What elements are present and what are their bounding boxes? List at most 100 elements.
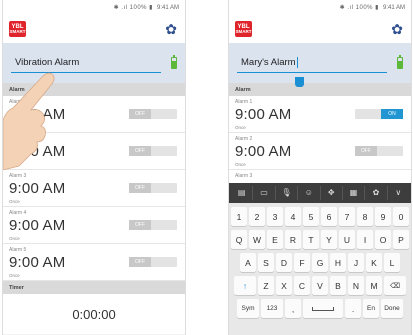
key[interactable]: D (276, 253, 292, 272)
keyboard-toolbar: ▤ ▭ 🎙 ☺ ✥ ▦ ✿ ∨ (229, 183, 411, 203)
letter-row-middle: A S D F G H J K L (229, 253, 411, 272)
alarm-toggle[interactable]: OFF (355, 146, 403, 156)
alarm-toggle[interactable]: OFF (129, 220, 177, 230)
key[interactable]: K (366, 253, 382, 272)
key[interactable]: 1 (231, 207, 247, 226)
key[interactable]: N (348, 276, 364, 295)
alarm-label: Alarm 1 (9, 99, 27, 105)
key[interactable]: M (366, 276, 382, 295)
timer-value[interactable]: 0:00:00 (3, 294, 185, 334)
shift-key[interactable]: ↑ (234, 276, 256, 295)
key[interactable]: G (312, 253, 328, 272)
status-time: 9:41 AM (156, 4, 179, 11)
key[interactable]: C (294, 276, 310, 295)
status-bar: ✱ .ıl 100% ▮ 9:41 AM (3, 0, 185, 15)
alarm-row[interactable]: Alarm 3 9:00 AM Once OFF (3, 170, 185, 207)
key[interactable]: Z (258, 276, 274, 295)
status-time: 9:41 AM (382, 4, 405, 11)
key[interactable]: T (303, 230, 319, 249)
key[interactable]: E (267, 230, 283, 249)
gear-icon[interactable]: ✿ (391, 22, 403, 36)
alarm-repeat: Once (9, 273, 20, 278)
key[interactable]: U (339, 230, 355, 249)
alarm-time[interactable]: 9:00 AM (235, 106, 291, 123)
alarm-time[interactable]: 9:00 AM (9, 217, 65, 234)
key[interactable]: S (258, 253, 274, 272)
key[interactable]: 9 (375, 207, 391, 226)
key[interactable]: F (294, 253, 310, 272)
sym-key[interactable]: Sym (237, 299, 259, 318)
key[interactable]: 4 (285, 207, 301, 226)
comma-key[interactable]: , (285, 299, 301, 318)
alarm-row[interactable]: Alarm 2 9:00 AM Once OFF (229, 133, 411, 170)
timer-section-header: Timer (3, 281, 185, 294)
on-screen-keyboard: ▤ ▭ 🎙 ☺ ✥ ▦ ✿ ∨ 1 2 3 4 5 6 7 8 9 0 Q W … (229, 183, 411, 335)
key[interactable]: 6 (321, 207, 337, 226)
keyboard-settings-icon[interactable]: ✿ (365, 186, 388, 200)
right-phone-screen: ✱ .ıl 100% ▮ 9:41 AM Y B L S M A RT ✿ Mary's … (228, 0, 412, 335)
key[interactable]: W (249, 230, 265, 249)
status-bar: ✱ .ıl 100% ▮ 9:41 AM (229, 0, 411, 15)
key[interactable]: J (348, 253, 364, 272)
device-name-input[interactable]: Mary's Alarm (237, 53, 387, 73)
cursor-move-icon[interactable]: ✥ (321, 186, 343, 200)
letter-row-top: Q W E R T Y U I O P (229, 230, 411, 249)
key[interactable]: 5 (303, 207, 319, 226)
key[interactable]: V (312, 276, 328, 295)
text-selection-handle[interactable] (295, 77, 304, 87)
alarm-toggle[interactable]: OFF (129, 257, 177, 267)
numbers-key[interactable]: 123 (261, 299, 283, 318)
alarm-toggle[interactable]: OFF (129, 146, 177, 156)
alarm-row[interactable]: Alarm 4 9:00 AM Once OFF (3, 207, 185, 244)
alarm-row[interactable]: Alarm 1 9:00 AM Once OFF (3, 96, 185, 133)
key[interactable]: 0 (393, 207, 409, 226)
alarm-time[interactable]: 9:00 AM (9, 106, 65, 123)
language-key[interactable]: En (363, 299, 379, 318)
key[interactable]: A (240, 253, 256, 272)
key[interactable]: H (330, 253, 346, 272)
key[interactable]: P (393, 230, 409, 249)
key[interactable]: L (384, 253, 400, 272)
key[interactable]: Y (321, 230, 337, 249)
alarm-row[interactable]: Alarm 5 9:00 AM Once OFF (3, 244, 185, 281)
key[interactable]: Q (231, 230, 247, 249)
letter-row-bottom: ↑ Z X C V B N M ⌫ (229, 276, 411, 295)
alarm-repeat: Once (9, 199, 20, 204)
key[interactable]: R (285, 230, 301, 249)
alarm-toggle[interactable]: OFF (129, 183, 177, 193)
alarm-toggle[interactable]: ON (355, 109, 403, 119)
alarm-time[interactable]: 9:00 AM (9, 254, 65, 271)
period-key[interactable]: . (345, 299, 361, 318)
alarm-time[interactable]: 9:00 AM (9, 143, 65, 160)
alarm-section-header: Alarm (3, 83, 185, 96)
key[interactable]: X (276, 276, 292, 295)
keyboard-layout-icon[interactable]: ▦ (343, 186, 366, 200)
alarm-row[interactable]: Alarm 2 9:00 AM Once OFF (3, 133, 185, 170)
key[interactable]: O (375, 230, 391, 249)
key[interactable]: I (357, 230, 373, 249)
backspace-key[interactable]: ⌫ (384, 276, 406, 295)
key[interactable]: 3 (267, 207, 283, 226)
app-logo: YBL SMART (9, 21, 26, 37)
status-icons: ✱ .ıl 100% ▮ (339, 5, 379, 11)
space-key[interactable] (303, 299, 343, 318)
alarm-row[interactable]: Alarm 1 9:00 AM Once ON (229, 96, 411, 133)
emoji-icon[interactable]: ☺ (298, 186, 321, 200)
keyboard-mode-icon[interactable]: ▭ (253, 186, 276, 200)
alarm-toggle[interactable]: OFF (129, 109, 177, 119)
key[interactable]: 2 (249, 207, 265, 226)
space-bar-icon (312, 306, 334, 311)
done-key[interactable]: Done (381, 299, 403, 318)
key[interactable]: 8 (357, 207, 373, 226)
collapse-keyboard-icon[interactable]: ∨ (388, 186, 409, 200)
microphone-icon[interactable]: 🎙 (276, 186, 299, 200)
device-name-input[interactable]: Vibration Alarm (11, 53, 161, 73)
alarm-section-header: Alarm (229, 83, 411, 96)
alarm-time[interactable]: 9:00 AM (235, 143, 291, 160)
key[interactable]: 7 (339, 207, 355, 226)
key[interactable]: B (330, 276, 346, 295)
alarm-repeat: Once (235, 125, 246, 130)
alarm-time[interactable]: 9:00 AM (9, 180, 65, 197)
gear-icon[interactable]: ✿ (165, 22, 177, 36)
clipboard-icon[interactable]: ▤ (231, 186, 254, 200)
